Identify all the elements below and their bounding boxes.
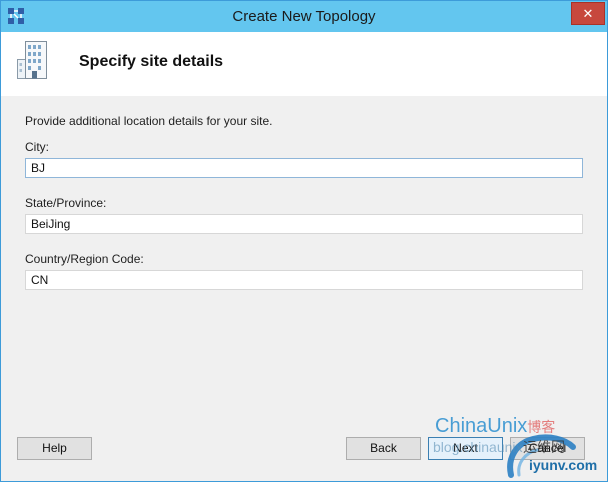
wizard-header: Specify site details <box>1 32 607 96</box>
window-title: Create New Topology <box>232 8 376 25</box>
intro-text: Provide additional location details for … <box>25 114 273 128</box>
city-label: City: <box>25 140 49 154</box>
state-province-label: State/Province: <box>25 196 107 210</box>
site-details-form: Provide additional location details for … <box>1 96 607 481</box>
close-button[interactable]: ✕ <box>571 2 605 25</box>
title-bar[interactable]: Create New Topology ✕ <box>1 1 607 32</box>
back-button[interactable]: Back <box>346 437 421 460</box>
cancel-button[interactable]: Cancel <box>510 437 585 460</box>
create-topology-window: Create New Topology ✕ Specify site detai… <box>0 0 608 482</box>
city-field[interactable]: BJ <box>25 158 583 178</box>
state-province-field[interactable]: BeiJing <box>25 214 583 234</box>
close-icon: ✕ <box>582 6 594 21</box>
building-icon <box>17 41 47 79</box>
help-button[interactable]: Help <box>17 437 92 460</box>
country-region-code-label: Country/Region Code: <box>25 252 144 266</box>
page-title: Specify site details <box>79 53 224 70</box>
next-button[interactable]: Next <box>428 437 503 460</box>
country-region-code-field[interactable]: CN <box>25 270 583 290</box>
